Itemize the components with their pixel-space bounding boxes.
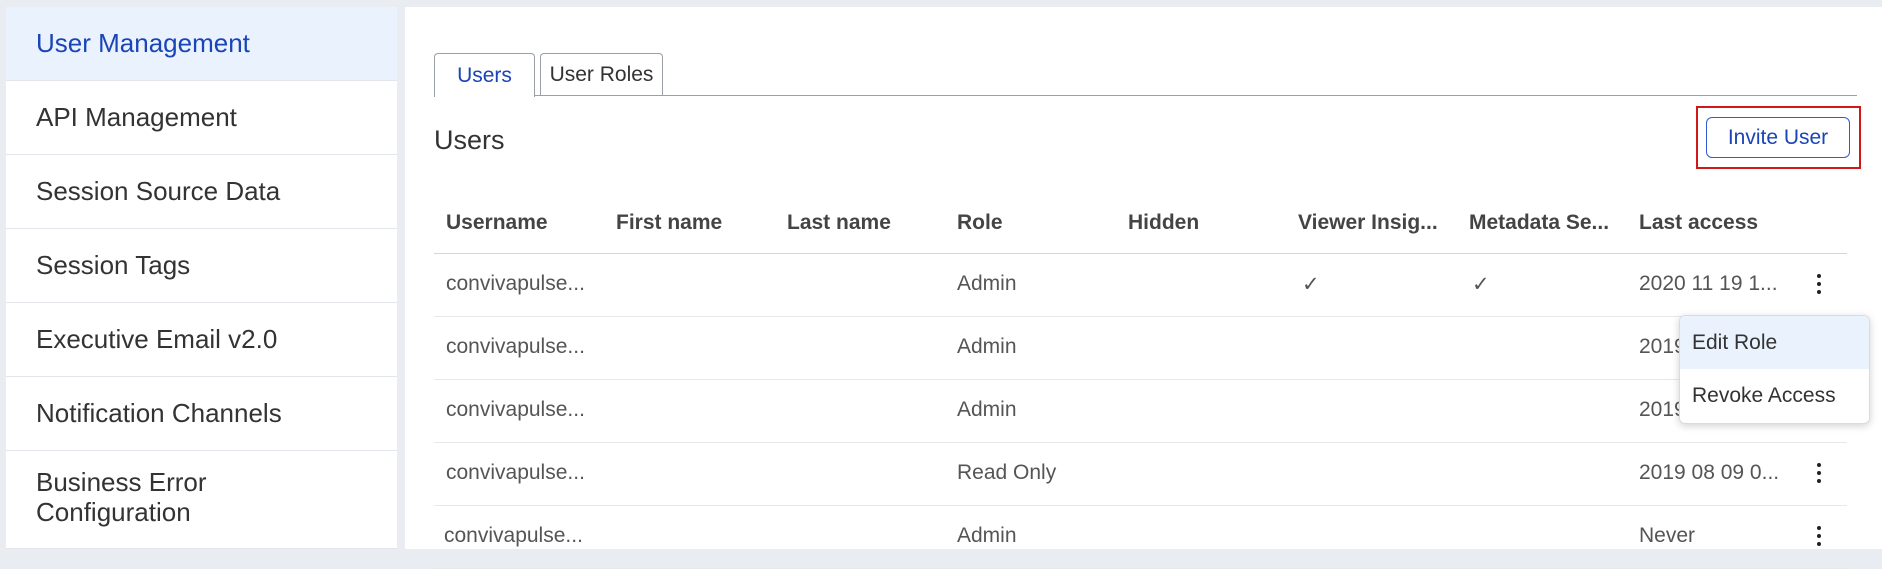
invite-user-button[interactable]: Invite User xyxy=(1706,117,1850,158)
main-panel: Users User Roles Users Invite User Usern… xyxy=(405,7,1882,569)
cell-role: Read Only xyxy=(957,461,1057,484)
cell-username: convivapulse... xyxy=(444,524,583,547)
column-header-username[interactable]: Username xyxy=(446,211,548,235)
row-actions-icon[interactable] xyxy=(1807,268,1831,300)
sidebar-item-business-error-configuration[interactable]: Business Error Configuration xyxy=(6,451,397,549)
sidebar-item-session-source-data[interactable]: Session Source Data xyxy=(6,155,397,229)
table-row: convivapulse... Admin Never xyxy=(434,506,1847,569)
sidebar-item-executive-email[interactable]: Executive Email v2.0 xyxy=(6,303,397,377)
page-title: Users xyxy=(434,125,505,155)
cell-last-access: 2019 08 09 0... xyxy=(1639,461,1780,484)
menu-item-edit-role[interactable]: Edit Role xyxy=(1680,316,1869,369)
column-header-last-name[interactable]: Last name xyxy=(787,211,891,235)
column-header-last-access[interactable]: Last access xyxy=(1639,211,1758,235)
cell-role: Admin xyxy=(957,272,1017,295)
table-header: Username First name Last name Role Hidde… xyxy=(434,197,1847,254)
column-header-metadata[interactable]: Metadata Se... xyxy=(1469,211,1609,235)
column-header-viewer-insights[interactable]: Viewer Insig... xyxy=(1298,211,1438,235)
column-header-hidden[interactable]: Hidden xyxy=(1128,211,1199,235)
row-actions-icon[interactable] xyxy=(1807,520,1831,552)
table-row: convivapulse... Admin 2019 xyxy=(434,317,1847,380)
column-header-role[interactable]: Role xyxy=(957,211,1003,235)
cell-viewer-check: ✓ xyxy=(1302,273,1320,296)
tab-users[interactable]: Users xyxy=(434,53,535,97)
sidebar: User Management API Management Session S… xyxy=(6,7,397,549)
cell-username: convivapulse... xyxy=(446,335,585,358)
tab-bar: Users User Roles xyxy=(434,53,1857,97)
cell-last-access: Never xyxy=(1639,524,1696,547)
cell-last-access: 2020 11 19 1... xyxy=(1639,272,1778,295)
table-row: convivapulse... Read Only 2019 08 09 0..… xyxy=(434,443,1847,506)
sidebar-item-user-management[interactable]: User Management xyxy=(6,7,397,81)
cell-username: convivapulse... xyxy=(446,461,585,484)
table-row: convivapulse... Admin ✓ ✓ 2020 11 19 1..… xyxy=(434,254,1847,317)
cell-metadata-check: ✓ xyxy=(1472,273,1490,296)
users-table: Username First name Last name Role Hidde… xyxy=(434,197,1847,569)
sidebar-item-api-management[interactable]: API Management xyxy=(6,81,397,155)
column-header-first-name[interactable]: First name xyxy=(616,211,722,235)
invite-highlight: Invite User xyxy=(1696,106,1861,169)
tab-user-roles[interactable]: User Roles xyxy=(540,53,663,95)
cell-role: Admin xyxy=(957,398,1017,421)
cell-role: Admin xyxy=(957,524,1017,547)
menu-item-revoke-access[interactable]: Revoke Access xyxy=(1680,369,1869,422)
sidebar-item-session-tags[interactable]: Session Tags xyxy=(6,229,397,303)
cell-username: convivapulse... xyxy=(446,272,585,295)
sidebar-item-notification-channels[interactable]: Notification Channels xyxy=(6,377,397,451)
row-actions-menu: Edit Role Revoke Access xyxy=(1679,315,1870,424)
table-row: convivapulse... Admin 2019 xyxy=(434,380,1847,443)
cell-username: convivapulse... xyxy=(446,398,585,421)
cell-role: Admin xyxy=(957,335,1017,358)
row-actions-icon[interactable] xyxy=(1807,457,1831,489)
